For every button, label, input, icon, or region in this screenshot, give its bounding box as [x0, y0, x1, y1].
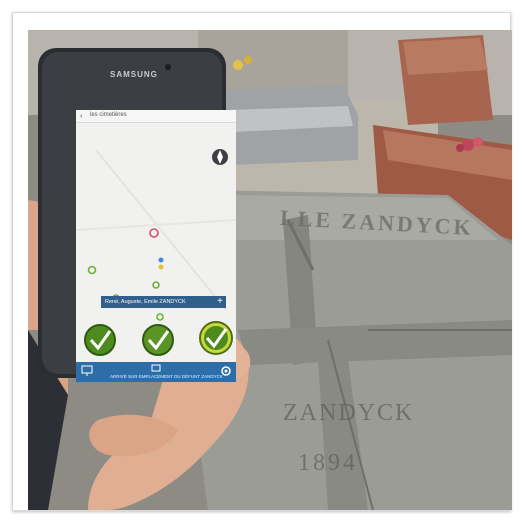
phone-brand: SAMSUNG: [110, 70, 158, 79]
poi-marker[interactable]: [158, 264, 164, 270]
tombstone-year-inscription: 1894: [298, 450, 358, 476]
map-view: [76, 122, 236, 362]
screen-icon[interactable]: [151, 364, 161, 372]
deceased-name: René, Auguste, Emile ZANDYCK: [105, 299, 186, 305]
user-location-marker: [158, 257, 164, 263]
plus-icon[interactable]: +: [217, 296, 223, 308]
tombstone-name-inscription: ZANDYCK: [283, 400, 415, 426]
search-text: les cimetières: [90, 112, 127, 118]
phone-screen: ‹ les cimetières René, Auguste, Emile ZA…: [76, 110, 236, 382]
grave-info-banner[interactable]: René, Auguste, Emile ZANDYCK +: [101, 296, 226, 308]
check-icon[interactable]: [84, 324, 116, 356]
cemetery-photo: SAMSUNG ‹ les cimetières René, Auguste, …: [28, 30, 512, 510]
back-arrow-icon[interactable]: ‹: [80, 111, 83, 120]
check-icon[interactable]: [199, 321, 233, 355]
search-bar[interactable]: ‹ les cimetières: [76, 110, 236, 123]
screen-icon[interactable]: [81, 365, 93, 376]
status-text: ARRIVÉ SUR EMPLACEMENT DU DÉFUNT ZANDYCK: [110, 374, 223, 379]
bottom-bar: ARRIVÉ SUR EMPLACEMENT DU DÉFUNT ZANDYCK: [76, 362, 236, 382]
check-icon[interactable]: [142, 324, 174, 356]
settings-icon[interactable]: [221, 366, 231, 376]
